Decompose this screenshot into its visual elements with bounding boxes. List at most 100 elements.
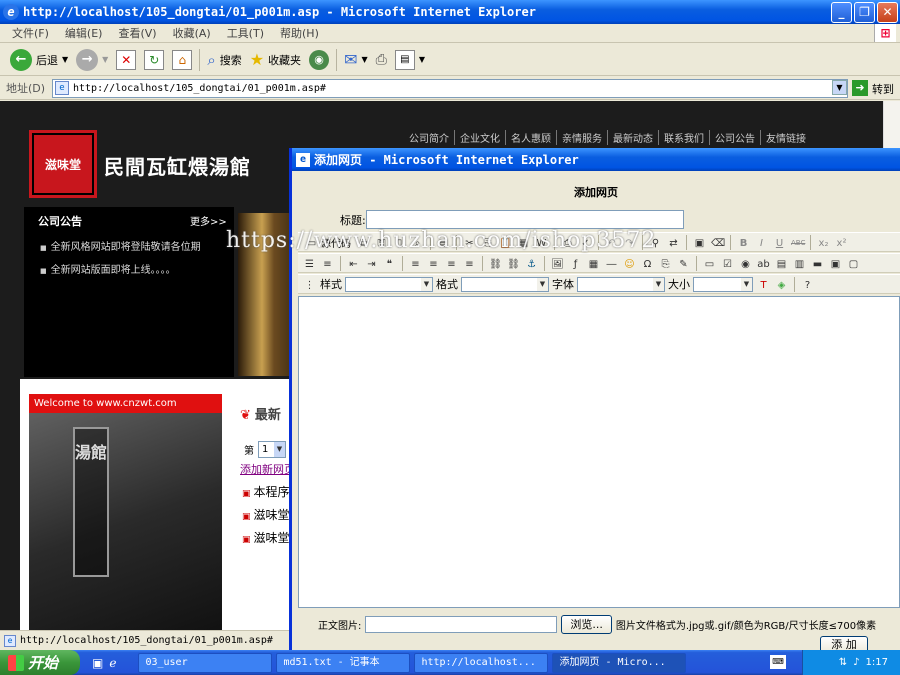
special-char-icon[interactable]: Ω bbox=[640, 256, 655, 271]
nav-item[interactable]: 最新动态 bbox=[608, 130, 659, 145]
image-icon[interactable]: 🖼 bbox=[550, 256, 565, 271]
search-button[interactable]: ⌕ 搜索 bbox=[203, 47, 245, 73]
align-right-icon[interactable]: ≡ bbox=[444, 256, 459, 271]
remove-format-icon[interactable]: ⌫ bbox=[710, 235, 725, 250]
home-button[interactable]: ⌂ bbox=[168, 47, 196, 73]
page-select[interactable]: 1 ▼ bbox=[258, 441, 286, 458]
window-titlebar[interactable]: e http://localhost/105_dongtai/01_p001m.… bbox=[0, 0, 900, 24]
align-left-icon[interactable]: ≡ bbox=[408, 256, 423, 271]
italic-icon[interactable]: I bbox=[754, 235, 769, 250]
refresh-button[interactable]: ↻ bbox=[140, 47, 168, 73]
checkbox-icon[interactable]: ☑ bbox=[720, 256, 735, 271]
favorites-button[interactable]: ★ 收藏夹 bbox=[246, 47, 305, 73]
close-button[interactable]: ✕ bbox=[877, 2, 898, 23]
smiley-icon[interactable]: ☺ bbox=[622, 256, 637, 271]
notice-item[interactable]: 全新网站版面即将上线。。。。 bbox=[40, 261, 176, 276]
flash-icon[interactable]: ƒ bbox=[568, 256, 583, 271]
chevron-down-icon[interactable]: ▼ bbox=[62, 55, 68, 64]
print-button[interactable]: ⎙ bbox=[372, 47, 391, 73]
title-input[interactable] bbox=[366, 210, 684, 229]
nav-item[interactable]: 公司公告 bbox=[710, 130, 761, 145]
align-center-icon[interactable]: ≡ bbox=[426, 256, 441, 271]
universal-key-icon[interactable]: ✎ bbox=[676, 256, 691, 271]
button-field-icon[interactable]: ▬ bbox=[810, 256, 825, 271]
subscript-icon[interactable]: x₂ bbox=[816, 235, 831, 250]
ordered-list-icon[interactable]: ☰ bbox=[302, 256, 317, 271]
forward-button[interactable]: → ▼ bbox=[72, 47, 112, 73]
start-button[interactable]: ⊞ 开始 bbox=[0, 650, 80, 675]
nav-item[interactable]: 友情链接 bbox=[761, 130, 811, 145]
chevron-down-icon[interactable]: ▼ bbox=[102, 55, 108, 64]
chevron-down-icon[interactable]: ▼ bbox=[361, 55, 367, 64]
nav-item[interactable]: 名人惠顾 bbox=[506, 130, 557, 145]
underline-icon[interactable]: U bbox=[772, 235, 787, 250]
chevron-down-icon[interactable]: ▼ bbox=[419, 55, 425, 64]
editor-body[interactable] bbox=[298, 296, 900, 608]
anchor-icon[interactable]: ⚓ bbox=[524, 256, 539, 271]
nav-item[interactable]: 联系我们 bbox=[659, 130, 710, 145]
font-select[interactable]: ▼ bbox=[577, 276, 665, 292]
minimize-button[interactable]: _ bbox=[831, 2, 852, 23]
indent-icon[interactable]: ⇥ bbox=[364, 256, 379, 271]
list-item[interactable]: 滋味堂 bbox=[242, 529, 290, 546]
site-logo[interactable]: 滋味堂 bbox=[29, 130, 97, 198]
image-file-input[interactable] bbox=[365, 615, 558, 633]
textfield-icon[interactable]: ab bbox=[756, 256, 771, 271]
go-button[interactable]: 转到 bbox=[872, 81, 894, 97]
radio-icon[interactable]: ◉ bbox=[738, 256, 753, 271]
format-select[interactable]: ▼ bbox=[461, 276, 549, 292]
superscript-icon[interactable]: x² bbox=[834, 235, 849, 250]
menu-tools[interactable]: 工具(T) bbox=[219, 25, 272, 41]
align-justify-icon[interactable]: ≡ bbox=[462, 256, 477, 271]
form-icon[interactable]: ▭ bbox=[702, 256, 717, 271]
stop-button[interactable]: ✕ bbox=[112, 47, 140, 73]
style-select[interactable]: ▼ bbox=[345, 276, 433, 292]
address-input[interactable]: e http://localhost/105_dongtai/01_p001m.… bbox=[52, 79, 848, 98]
back-button[interactable]: ← 后退 ▼ bbox=[6, 47, 72, 73]
task-notepad[interactable]: md51.txt - 记事本 bbox=[276, 652, 411, 673]
notice-more-link[interactable]: 更多>> bbox=[190, 213, 227, 228]
page-break-icon[interactable]: ⎘ bbox=[658, 256, 673, 271]
horizontal-rule-icon[interactable]: ― bbox=[604, 256, 619, 271]
outdent-icon[interactable]: ⇤ bbox=[346, 256, 361, 271]
table-icon[interactable]: ▦ bbox=[586, 256, 601, 271]
show-desktop-icon[interactable]: ▣ bbox=[92, 656, 103, 670]
task-add-page[interactable]: 添加网页 - Micro... bbox=[552, 652, 687, 673]
list-item[interactable]: 滋味堂 bbox=[242, 506, 290, 523]
go-arrow-icon[interactable]: ➜ bbox=[852, 80, 868, 96]
dialog-titlebar[interactable]: e 添加网页 - Microsoft Internet Explorer bbox=[292, 148, 900, 171]
browse-button[interactable]: 浏览... bbox=[561, 614, 612, 634]
about-icon[interactable]: ? bbox=[800, 277, 815, 292]
task-03-user[interactable]: 03_user bbox=[138, 652, 273, 673]
menu-edit[interactable]: 编辑(E) bbox=[57, 25, 111, 41]
menu-file[interactable]: 文件(F) bbox=[4, 25, 57, 41]
notice-item[interactable]: 全新风格网站即将登陆敬请各位期 bbox=[40, 238, 201, 253]
unordered-list-icon[interactable]: ≡ bbox=[320, 256, 335, 271]
media-button[interactable]: ◉ bbox=[305, 47, 333, 73]
link-icon[interactable]: ⛓ bbox=[488, 256, 503, 271]
menu-favorites[interactable]: 收藏(A) bbox=[165, 25, 219, 41]
image-button-icon[interactable]: ▣ bbox=[828, 256, 843, 271]
hidden-field-icon[interactable]: ▢ bbox=[846, 256, 861, 271]
list-item[interactable]: 本程序 bbox=[242, 483, 290, 500]
strikethrough-icon[interactable]: ABC bbox=[790, 235, 805, 250]
textarea-icon[interactable]: ▤ bbox=[774, 256, 789, 271]
select-all-icon[interactable]: ▣ bbox=[692, 235, 707, 250]
unlink-icon[interactable]: ⛓ bbox=[506, 256, 521, 271]
add-page-link[interactable]: 添加新网页 bbox=[240, 461, 295, 477]
mail-button[interactable]: ✉ ▼ bbox=[340, 47, 372, 73]
select-field-icon[interactable]: ▥ bbox=[792, 256, 807, 271]
blockquote-icon[interactable]: ❝ bbox=[382, 256, 397, 271]
bold-icon[interactable]: B bbox=[736, 235, 751, 250]
volume-icon[interactable]: ♪ bbox=[853, 657, 859, 668]
menu-view[interactable]: 查看(V) bbox=[110, 25, 164, 41]
menu-help[interactable]: 帮助(H) bbox=[272, 25, 327, 41]
ie-icon[interactable]: ℯ bbox=[109, 656, 116, 670]
size-select[interactable]: ▼ bbox=[693, 276, 753, 292]
replace-icon[interactable]: ⇄ bbox=[666, 235, 681, 250]
edit-button[interactable]: ▤ ▼ bbox=[391, 47, 429, 73]
nav-item[interactable]: 公司简介 bbox=[404, 130, 455, 145]
nav-item[interactable]: 亲情服务 bbox=[557, 130, 608, 145]
nav-item[interactable]: 企业文化 bbox=[455, 130, 506, 145]
task-browser[interactable]: http://localhost... bbox=[414, 652, 549, 673]
